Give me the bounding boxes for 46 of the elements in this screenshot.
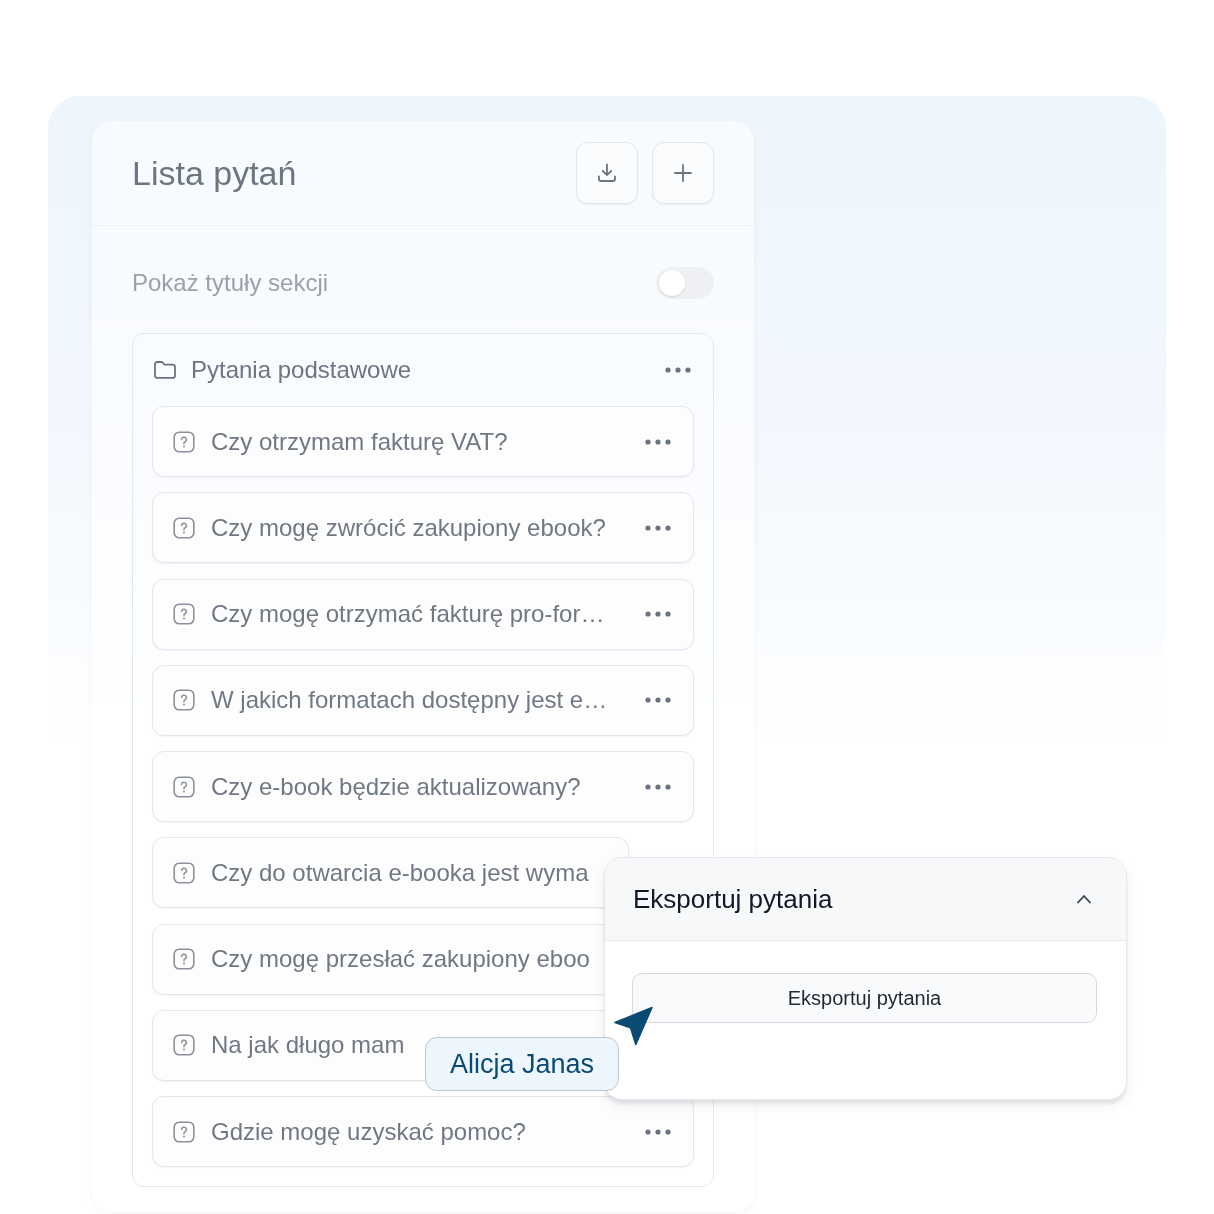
question-card[interactable]: Czy otrzymam fakturę VAT?	[152, 406, 694, 477]
question-text: Czy mogę zwrócić zakupiony ebook?	[211, 513, 606, 542]
more-icon[interactable]	[645, 697, 671, 704]
question-text: Gdzie mogę uzyskać pomoc?	[211, 1117, 526, 1146]
panel-title: Lista pytań	[132, 153, 297, 193]
folder-name: Pytania podstawowe	[191, 356, 412, 384]
question-icon	[173, 1034, 195, 1057]
export-dialog-title: Eksportuj pytania	[633, 883, 833, 915]
question-card[interactable]: W jakich formatach dostępny jest e…	[152, 664, 694, 736]
question-icon	[173, 948, 195, 970]
download-icon	[595, 161, 619, 185]
question-text: Na jak długo mam	[211, 1031, 405, 1060]
plus-icon	[672, 162, 694, 184]
more-icon[interactable]	[665, 367, 691, 373]
question-text: Czy e-book będzie aktualizowany?	[211, 772, 581, 801]
question-text: Czy mogę otrzymać fakturę pro-for…	[211, 600, 605, 628]
export-button[interactable]: Eksportuj pytania	[632, 973, 1097, 1023]
download-button[interactable]	[576, 142, 638, 204]
user-name-tooltip: Alicja Janas	[425, 1037, 619, 1091]
question-icon	[173, 861, 195, 884]
question-card[interactable]: Czy do otwarcia e-booka jest wyma	[152, 837, 629, 909]
question-card[interactable]: Gdzie mogę uzyskać pomoc?	[152, 1096, 694, 1167]
question-card[interactable]: Czy e-book będzie aktualizowany?	[152, 751, 694, 822]
question-icon	[173, 603, 195, 625]
question-icon	[173, 430, 195, 453]
question-icon	[173, 516, 195, 539]
chevron-up-icon[interactable]	[1076, 894, 1092, 904]
more-icon[interactable]	[645, 438, 671, 445]
question-card[interactable]: Czy mogę otrzymać fakturę pro-for…	[152, 578, 694, 650]
toggle-label: Pokaż tytuły sekcji	[132, 269, 329, 297]
more-icon[interactable]	[645, 1128, 671, 1135]
more-icon[interactable]	[645, 783, 671, 790]
question-icon	[173, 1120, 195, 1143]
more-icon[interactable]	[645, 524, 671, 531]
question-text: Czy do otwarcia e-booka jest wyma	[211, 858, 589, 887]
question-icon	[173, 689, 195, 712]
folder-icon	[153, 360, 177, 380]
question-text: Czy mogę przesłać zakupiony eboo	[211, 945, 590, 973]
question-text: W jakich formatach dostępny jest e…	[211, 686, 608, 715]
export-dialog-header[interactable]: Eksportuj pytania	[605, 858, 1126, 941]
question-icon	[173, 775, 195, 798]
toggle-switch[interactable]	[656, 267, 714, 299]
question-text: Czy otrzymam fakturę VAT?	[211, 427, 508, 456]
cursor-arrow-icon	[614, 1006, 654, 1046]
question-card[interactable]: Czy mogę zwrócić zakupiony ebook?	[152, 492, 694, 564]
more-icon[interactable]	[645, 611, 671, 617]
